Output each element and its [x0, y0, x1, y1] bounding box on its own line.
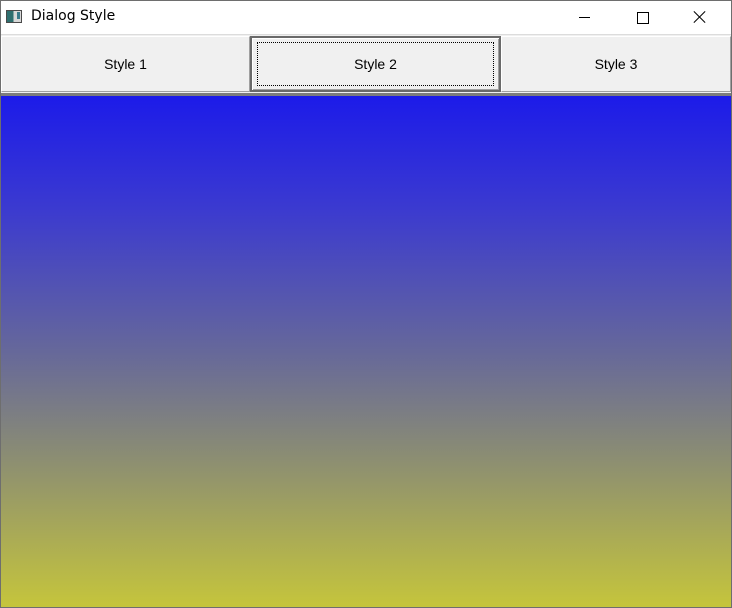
dialog-window: Dialog Style Style 1 Style 2 Style 3	[0, 0, 732, 608]
title-bar[interactable]: Dialog Style	[1, 1, 731, 34]
style-3-button[interactable]: Style 3	[501, 36, 731, 92]
minimize-button[interactable]	[556, 1, 614, 34]
style-3-label: Style 3	[594, 56, 638, 72]
button-bar: Style 1 Style 2 Style 3	[1, 34, 731, 97]
maximize-button[interactable]	[614, 1, 672, 34]
gradient-canvas	[1, 96, 731, 607]
style-2-label: Style 2	[354, 56, 397, 72]
app-window-icon	[6, 10, 22, 23]
style-1-label: Style 1	[104, 56, 147, 72]
style-1-button[interactable]: Style 1	[1, 36, 250, 92]
minimize-icon	[579, 17, 590, 18]
close-icon	[693, 10, 707, 24]
window-title: Dialog Style	[31, 8, 116, 24]
maximize-icon	[637, 12, 649, 24]
close-button[interactable]	[672, 1, 730, 34]
style-2-button[interactable]: Style 2	[250, 36, 501, 92]
